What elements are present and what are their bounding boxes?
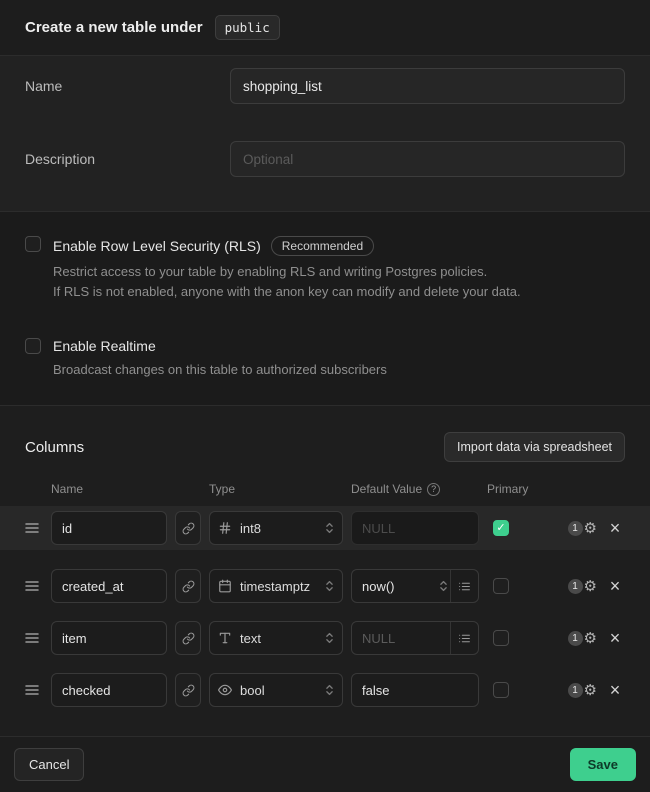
drag-handle-icon[interactable] [25, 632, 43, 644]
column-row: bool ✓ 1 ⚙ × [0, 668, 650, 712]
save-button[interactable]: Save [570, 748, 636, 781]
text-type-icon [218, 631, 232, 645]
drag-handle-icon[interactable] [25, 522, 43, 534]
gear-icon[interactable]: ⚙ [584, 631, 597, 646]
gear-icon[interactable]: ⚙ [584, 579, 597, 594]
column-row: timestamptz ✓ 1 ⚙ × [0, 564, 650, 608]
column-type-label: bool [240, 683, 265, 698]
table-description-input[interactable] [230, 141, 625, 177]
default-suggestions-icon[interactable] [450, 622, 478, 654]
remove-column-icon[interactable]: × [605, 518, 625, 538]
rls-toggle-block: ✓ Enable Row Level Security (RLS) Recomm… [25, 236, 625, 302]
dialog-header: Create a new table under public [0, 0, 650, 56]
primary-checkbox[interactable]: ✓ [493, 630, 509, 646]
column-type-label: text [240, 631, 261, 646]
eye-icon [218, 683, 232, 697]
columns-title: Columns [25, 439, 84, 456]
remove-column-icon[interactable]: × [605, 576, 625, 596]
settings-count-badge: 1 [568, 631, 583, 646]
drag-handle-icon[interactable] [25, 580, 43, 592]
column-type-select[interactable]: bool [209, 673, 343, 707]
primary-checkbox[interactable]: ✓ [493, 578, 509, 594]
settings-count-badge: 1 [568, 683, 583, 698]
cancel-button[interactable]: Cancel [14, 748, 84, 781]
foreign-key-link-icon[interactable] [175, 569, 201, 603]
gear-icon[interactable]: ⚙ [584, 683, 597, 698]
rls-label: Enable Row Level Security (RLS) [53, 238, 261, 254]
column-name-input[interactable] [51, 673, 167, 707]
default-value-input[interactable] [352, 683, 478, 698]
help-icon[interactable]: ? [427, 483, 440, 496]
column-header-primary: Primary [487, 482, 539, 496]
create-table-panel: Create a new table under public Name Des… [0, 0, 650, 761]
table-options-section: ✓ Enable Row Level Security (RLS) Recomm… [0, 212, 650, 406]
default-value-input[interactable] [352, 521, 478, 536]
dialog-footer: Cancel Save [0, 736, 650, 792]
columns-table-header: Name Type Default Value ? Primary [0, 482, 650, 496]
settings-count-badge: 1 [568, 579, 583, 594]
default-value-input[interactable] [352, 579, 439, 594]
recommended-badge: Recommended [271, 236, 374, 256]
calendar-icon [218, 579, 232, 593]
column-header-default: Default Value [351, 482, 422, 496]
default-value-input[interactable] [352, 631, 450, 646]
default-suggestions-icon[interactable] [450, 570, 478, 602]
description-label: Description [25, 151, 230, 167]
columns-section: Columns Import data via spreadsheet Name… [0, 406, 650, 736]
table-details-section: Name Description [0, 56, 650, 212]
realtime-toggle-block: ✓ Enable Realtime Broadcast changes on t… [25, 338, 625, 380]
description-row: Description [25, 141, 625, 177]
default-value-field [351, 621, 479, 655]
dialog-title: Create a new table under [25, 19, 203, 36]
chevron-updown-icon [325, 631, 334, 645]
column-row: int8 ✓ 1 ⚙ × [0, 506, 650, 550]
settings-count-badge: 1 [568, 521, 583, 536]
realtime-description: Broadcast changes on this table to autho… [53, 360, 625, 380]
import-spreadsheet-button[interactable]: Import data via spreadsheet [444, 432, 625, 462]
chevron-updown-icon [439, 579, 448, 593]
foreign-key-link-icon[interactable] [175, 511, 201, 545]
foreign-key-link-icon[interactable] [175, 621, 201, 655]
chevron-updown-icon [325, 521, 334, 535]
remove-column-icon[interactable]: × [605, 680, 625, 700]
schema-badge: public [215, 15, 280, 40]
column-type-label: timestamptz [240, 579, 310, 594]
chevron-updown-icon [325, 683, 334, 697]
column-type-select[interactable]: text [209, 621, 343, 655]
column-header-type: Type [209, 482, 343, 496]
default-value-field [351, 673, 479, 707]
realtime-label: Enable Realtime [53, 338, 156, 354]
realtime-checkbox[interactable]: ✓ [25, 338, 41, 354]
column-name-input[interactable] [51, 569, 167, 603]
column-type-label: int8 [240, 521, 261, 536]
name-row: Name [25, 68, 625, 104]
column-row: text ✓ 1 ⚙ × [0, 616, 650, 660]
column-header-name: Name [51, 482, 167, 496]
column-type-select[interactable]: int8 [209, 511, 343, 545]
columns-rows: int8 ✓ 1 ⚙ × timestamptz [0, 506, 650, 712]
default-value-field [351, 569, 479, 603]
rls-checkbox[interactable]: ✓ [25, 236, 41, 252]
chevron-updown-icon [325, 579, 334, 593]
column-name-input[interactable] [51, 511, 167, 545]
rls-description: Restrict access to your table by enablin… [53, 262, 625, 302]
primary-checkbox[interactable]: ✓ [493, 520, 509, 536]
remove-column-icon[interactable]: × [605, 628, 625, 648]
hash-icon [218, 521, 232, 535]
column-name-input[interactable] [51, 621, 167, 655]
foreign-key-link-icon[interactable] [175, 673, 201, 707]
default-value-field [351, 511, 479, 545]
name-label: Name [25, 78, 230, 94]
table-name-input[interactable] [230, 68, 625, 104]
drag-handle-icon[interactable] [25, 684, 43, 696]
primary-checkbox[interactable]: ✓ [493, 682, 509, 698]
column-type-select[interactable]: timestamptz [209, 569, 343, 603]
gear-icon[interactable]: ⚙ [584, 521, 597, 536]
